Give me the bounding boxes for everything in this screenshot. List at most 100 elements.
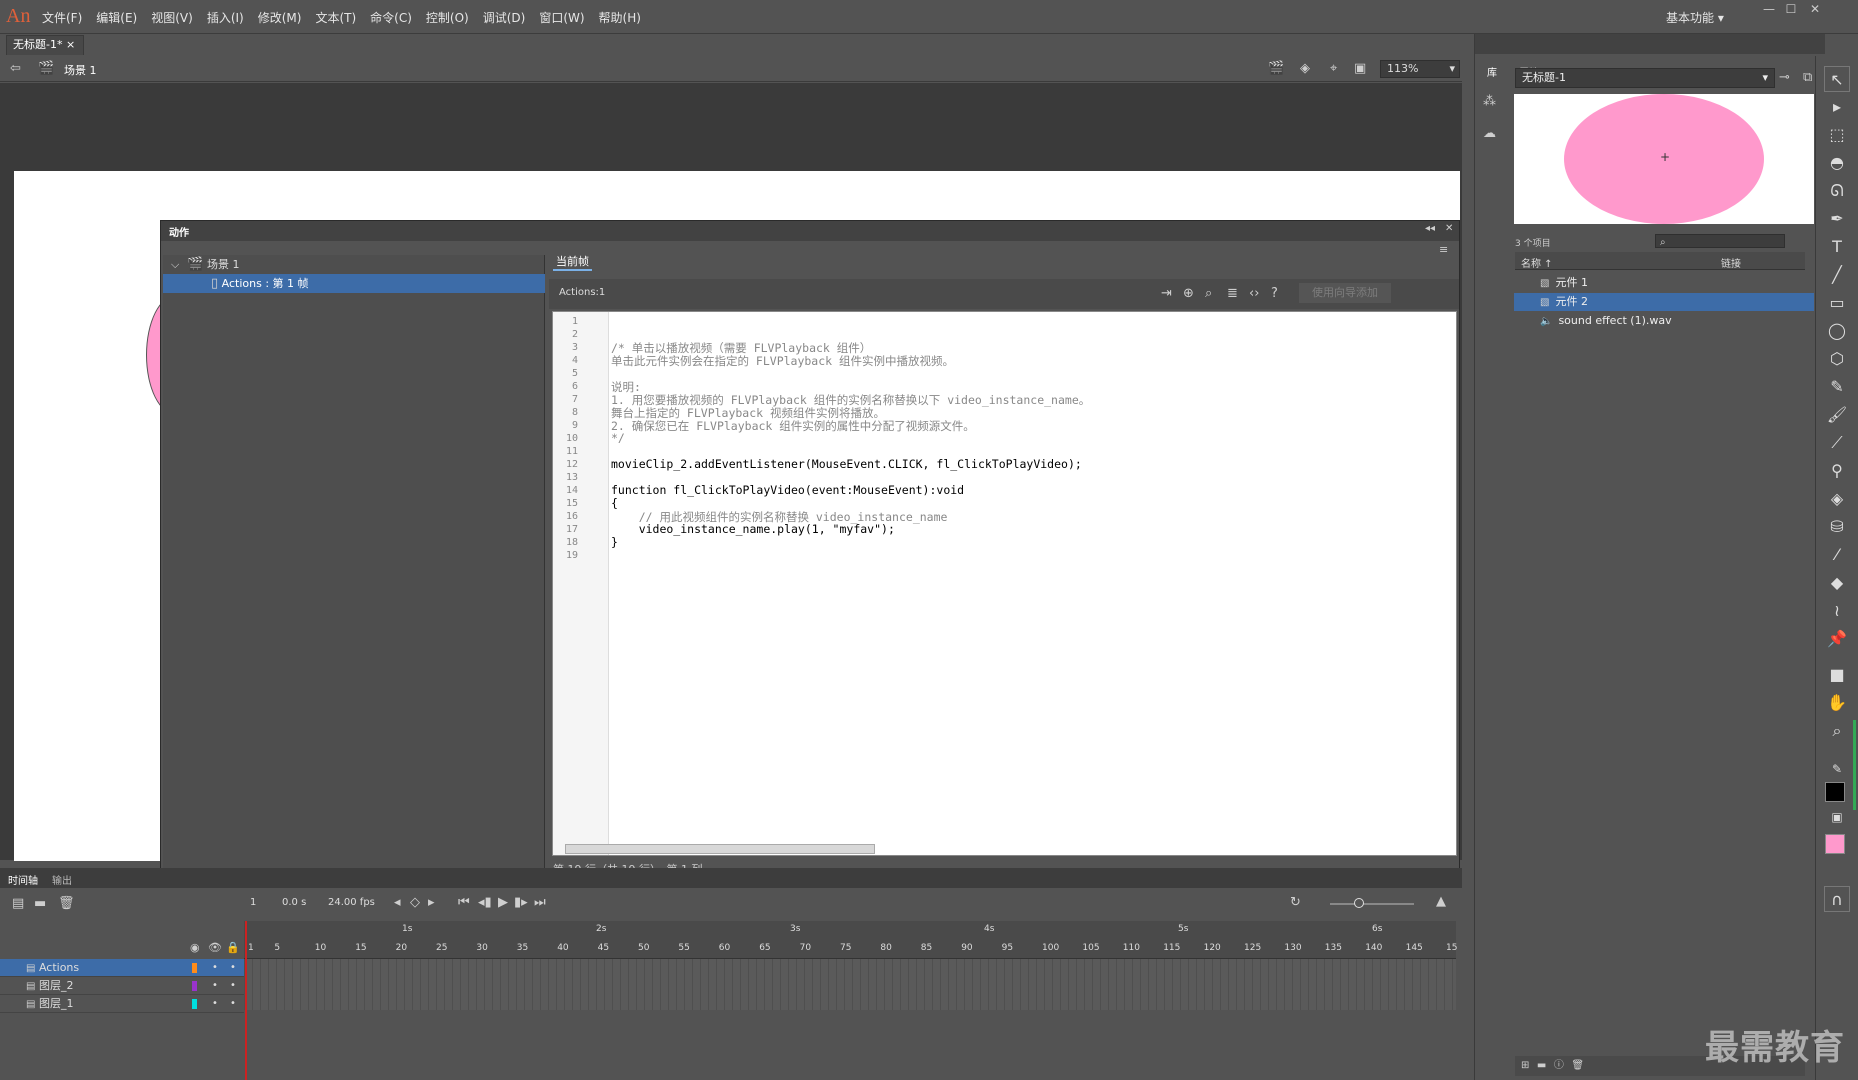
eyedropper-tool-icon[interactable]: ⁄ bbox=[1824, 542, 1850, 568]
camera-tool-icon[interactable]: ■ bbox=[1824, 662, 1850, 688]
menu-item-6[interactable]: 命令(C) bbox=[370, 9, 412, 26]
selection-tool-icon[interactable]: ↖ bbox=[1824, 66, 1850, 92]
horizontal-scrollbar[interactable] bbox=[565, 844, 875, 854]
format-code-icon[interactable]: ≣ bbox=[1227, 286, 1238, 301]
rectangle-tool-icon[interactable]: ▭ bbox=[1824, 290, 1850, 316]
close-window-button[interactable]: ✕ bbox=[1802, 2, 1828, 22]
menu-item-9[interactable]: 窗口(W) bbox=[539, 9, 584, 26]
last-frame-icon[interactable]: ⏭ bbox=[534, 895, 546, 910]
col-name[interactable]: 名称 ↑ bbox=[1521, 255, 1553, 270]
new-layer-icon[interactable]: ▤ bbox=[12, 896, 24, 911]
visibility-dot[interactable]: • bbox=[212, 995, 218, 1013]
stroke-color-icon[interactable]: ✎ bbox=[1824, 756, 1850, 782]
wizard-add-button[interactable]: 使用向导添加 bbox=[1299, 283, 1391, 303]
help-icon[interactable]: ? bbox=[1271, 286, 1278, 301]
menu-item-5[interactable]: 文本(T) bbox=[315, 9, 356, 26]
width-tool-icon[interactable]: ≀ bbox=[1824, 598, 1850, 624]
close-panel-icon[interactable]: ✕ bbox=[1445, 223, 1453, 234]
pin-script-icon[interactable]: ⇥ bbox=[1161, 286, 1172, 301]
frame-rate[interactable]: 24.00 fps bbox=[328, 897, 375, 908]
pen-tool-icon[interactable]: ✒ bbox=[1824, 206, 1850, 232]
library-item[interactable]: 🔈 sound effect (1).wav bbox=[1514, 312, 1814, 330]
pin-icon[interactable]: ⊸ bbox=[1779, 70, 1790, 85]
cc-libraries-icon[interactable]: ☁ bbox=[1483, 126, 1496, 141]
eraser-tool-icon[interactable]: ◆ bbox=[1824, 570, 1850, 596]
tab-current-frame[interactable]: 当前帧 bbox=[553, 253, 592, 271]
code-editor[interactable]: 1 2 3 4 5 6 7 8 9 10 11 12 13 14 15 16 17 18 19 /* 单击以播放视频… bbox=[552, 311, 1457, 856]
library-document-select[interactable]: 无标题-1 ▾ bbox=[1515, 68, 1775, 88]
menu-item-4[interactable]: 修改(M) bbox=[258, 9, 302, 26]
edit-symbol-icon[interactable]: ◈ bbox=[1300, 61, 1310, 76]
center-stage-icon[interactable]: ⌖ bbox=[1330, 61, 1337, 76]
show-all-icon[interactable]: ◉ bbox=[190, 941, 200, 954]
ink-bottle-tool-icon[interactable]: ⛁ bbox=[1824, 514, 1850, 540]
menu-item-1[interactable]: 编辑(E) bbox=[96, 9, 137, 26]
asset-warp-tool-icon[interactable]: 📌 bbox=[1824, 626, 1850, 652]
layer-row[interactable]: ▤ 图层_1 • • bbox=[0, 995, 244, 1013]
frame-width-slider[interactable] bbox=[1330, 903, 1414, 905]
step-forward-icon[interactable]: ▮▸ bbox=[514, 895, 528, 910]
lasso-tool-icon[interactable]: ᘏ bbox=[1824, 178, 1850, 204]
free-transform-tool-icon[interactable]: ⬚ bbox=[1824, 122, 1850, 148]
menu-item-10[interactable]: 帮助(H) bbox=[599, 9, 641, 26]
new-symbol-icon[interactable]: ⊞ bbox=[1521, 1060, 1529, 1071]
lock-icon[interactable]: 🔒 bbox=[226, 941, 240, 954]
playhead[interactable] bbox=[245, 921, 247, 1080]
lock-dot[interactable]: • bbox=[230, 995, 236, 1013]
snap-magnet-icon[interactable]: ∩ bbox=[1824, 886, 1850, 912]
library-item[interactable]: ▧ 元件 1 bbox=[1514, 274, 1814, 292]
oval-tool-icon[interactable]: ◯ bbox=[1824, 318, 1850, 344]
menu-item-8[interactable]: 调试(D) bbox=[483, 9, 526, 26]
menu-item-3[interactable]: 插入(I) bbox=[207, 9, 244, 26]
stroke-color-swatch[interactable] bbox=[1825, 782, 1845, 802]
library-folder-icon[interactable]: ▬ bbox=[1537, 1060, 1546, 1071]
edit-scene-icon[interactable]: 🎬 bbox=[1268, 61, 1284, 76]
library-search-input[interactable]: ⌕ bbox=[1655, 234, 1785, 248]
panel-menu-icon[interactable]: ≡ bbox=[1439, 243, 1448, 256]
info-icon[interactable]: ⓘ bbox=[1554, 1060, 1564, 1071]
library-delete-icon[interactable]: 🗑 bbox=[1571, 1060, 1584, 1071]
actions-panel-header[interactable]: 动作 ◂◂ ✕ bbox=[161, 221, 1459, 241]
hand-tool-icon[interactable]: ✋ bbox=[1824, 690, 1850, 716]
layer-color[interactable] bbox=[192, 981, 197, 991]
zoom-tool-icon[interactable]: ⌕ bbox=[1824, 718, 1850, 744]
prev-keyframe-icon[interactable]: ◂ bbox=[394, 895, 401, 910]
tab-timeline[interactable]: 时间轴 bbox=[8, 872, 38, 887]
maximize-button[interactable]: ☐ bbox=[1778, 2, 1804, 22]
layer-color[interactable] bbox=[192, 963, 197, 973]
first-frame-icon[interactable]: ⏮ bbox=[458, 895, 470, 910]
visibility-dot[interactable]: • bbox=[212, 959, 218, 977]
insert-target-path-icon[interactable]: ⊕ bbox=[1183, 286, 1194, 301]
visibility-dot[interactable]: • bbox=[212, 977, 218, 995]
clip-stage-icon[interactable]: ▣ bbox=[1354, 61, 1366, 76]
frame-grid[interactable] bbox=[244, 959, 1456, 1010]
zoom-select[interactable]: 113% ▾ bbox=[1380, 60, 1460, 78]
new-library-icon[interactable]: ⧉ bbox=[1803, 70, 1812, 85]
layer-row[interactable]: ▤ Actions • • bbox=[0, 959, 244, 977]
step-back-icon[interactable]: ◂▮ bbox=[478, 895, 492, 910]
tree-item-scene[interactable]: ⌵ 🎬 场景 1 bbox=[163, 255, 545, 274]
new-folder-icon[interactable]: ▬ bbox=[34, 896, 46, 911]
eye-icon[interactable]: 👁 bbox=[208, 941, 222, 954]
loop-icon[interactable]: ↻ bbox=[1290, 895, 1301, 910]
slider-thumb[interactable] bbox=[1354, 898, 1364, 908]
document-tab[interactable]: 无标题-1* × bbox=[6, 35, 84, 55]
menu-item-7[interactable]: 控制(O) bbox=[426, 9, 469, 26]
paint-bucket-tool-icon[interactable]: ◈ bbox=[1824, 486, 1850, 512]
3d-rotation-tool-icon[interactable]: ◓ bbox=[1824, 150, 1850, 176]
code-snippets-icon[interactable]: ‹› bbox=[1249, 286, 1259, 301]
layer-row[interactable]: ▤ 图层_2 • • bbox=[0, 977, 244, 995]
collapse-icon[interactable]: ◂◂ bbox=[1425, 223, 1435, 234]
close-tab-icon[interactable]: × bbox=[66, 38, 75, 51]
menu-item-0[interactable]: 文件(F) bbox=[42, 9, 82, 26]
library-item[interactable]: ▧ 元件 2 bbox=[1514, 293, 1814, 311]
pencil-tool-icon[interactable]: ✎ bbox=[1824, 374, 1850, 400]
layer-color[interactable] bbox=[192, 999, 197, 1009]
subselection-tool-icon[interactable]: ▸ bbox=[1824, 94, 1850, 120]
find-icon[interactable]: ⌕ bbox=[1205, 286, 1212, 301]
frame-ruler[interactable]: 1s 2s 3s 4s 5s 6s 1 5 10 15 20 25 30 35 40 45 50 55 60 65 70… bbox=[244, 921, 1457, 959]
swatch-icon[interactable]: ⁂ bbox=[1483, 94, 1496, 109]
fill-color-swatch[interactable] bbox=[1825, 834, 1845, 854]
tab-library[interactable]: 库 bbox=[1487, 64, 1517, 86]
col-link[interactable]: 链接 bbox=[1721, 255, 1741, 270]
